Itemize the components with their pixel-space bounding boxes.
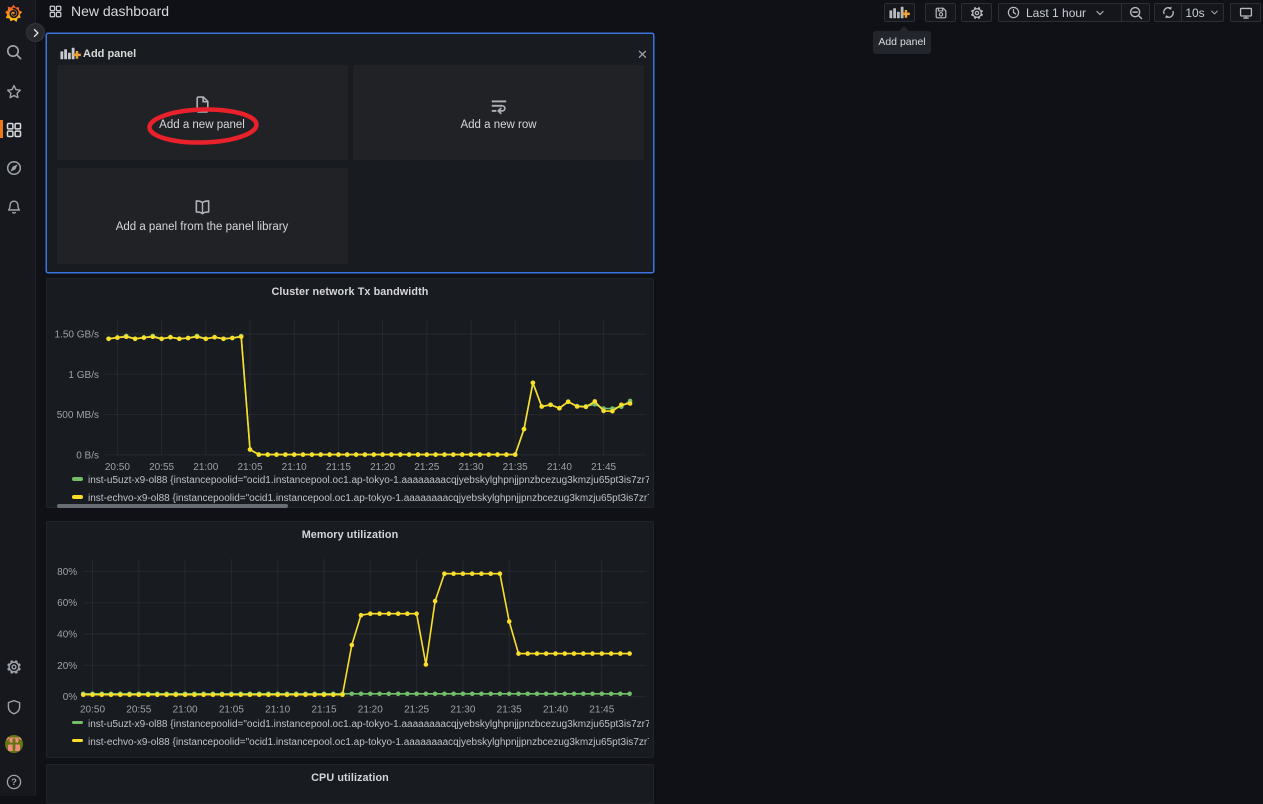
svg-text:20:55: 20:55 xyxy=(149,462,174,473)
svg-text:21:10: 21:10 xyxy=(282,462,307,473)
svg-text:20:50: 20:50 xyxy=(80,704,105,715)
svg-text:0%: 0% xyxy=(63,692,78,703)
svg-text:21:15: 21:15 xyxy=(326,462,351,473)
svg-text:0 B/s: 0 B/s xyxy=(76,450,99,461)
svg-text:21:35: 21:35 xyxy=(503,462,528,473)
svg-text:80%: 80% xyxy=(57,566,77,577)
svg-text:21:45: 21:45 xyxy=(589,704,614,715)
svg-text:20%: 20% xyxy=(57,660,77,671)
svg-text:21:05: 21:05 xyxy=(219,704,244,715)
svg-text:20:50: 20:50 xyxy=(105,462,130,473)
svg-text:21:15: 21:15 xyxy=(311,704,336,715)
svg-text:?: ? xyxy=(11,777,17,788)
svg-text:21:25: 21:25 xyxy=(414,462,439,473)
svg-text:20:55: 20:55 xyxy=(126,704,151,715)
svg-text:21:30: 21:30 xyxy=(458,462,483,473)
svg-text:21:10: 21:10 xyxy=(265,704,290,715)
svg-text:21:20: 21:20 xyxy=(358,704,383,715)
svg-text:60%: 60% xyxy=(57,598,77,609)
svg-text:21:20: 21:20 xyxy=(370,462,395,473)
svg-text:21:00: 21:00 xyxy=(173,704,198,715)
svg-text:40%: 40% xyxy=(57,629,77,640)
svg-text:500 MB/s: 500 MB/s xyxy=(57,410,99,421)
svg-text:21:40: 21:40 xyxy=(547,462,572,473)
svg-text:21:00: 21:00 xyxy=(193,462,218,473)
svg-text:1 GB/s: 1 GB/s xyxy=(68,369,99,380)
svg-text:21:40: 21:40 xyxy=(543,704,568,715)
svg-text:21:25: 21:25 xyxy=(404,704,429,715)
svg-text:21:30: 21:30 xyxy=(450,704,475,715)
svg-text:21:05: 21:05 xyxy=(237,462,262,473)
svg-text:21:35: 21:35 xyxy=(497,704,522,715)
svg-text:21:45: 21:45 xyxy=(591,462,616,473)
svg-text:1.50 GB/s: 1.50 GB/s xyxy=(55,329,99,340)
